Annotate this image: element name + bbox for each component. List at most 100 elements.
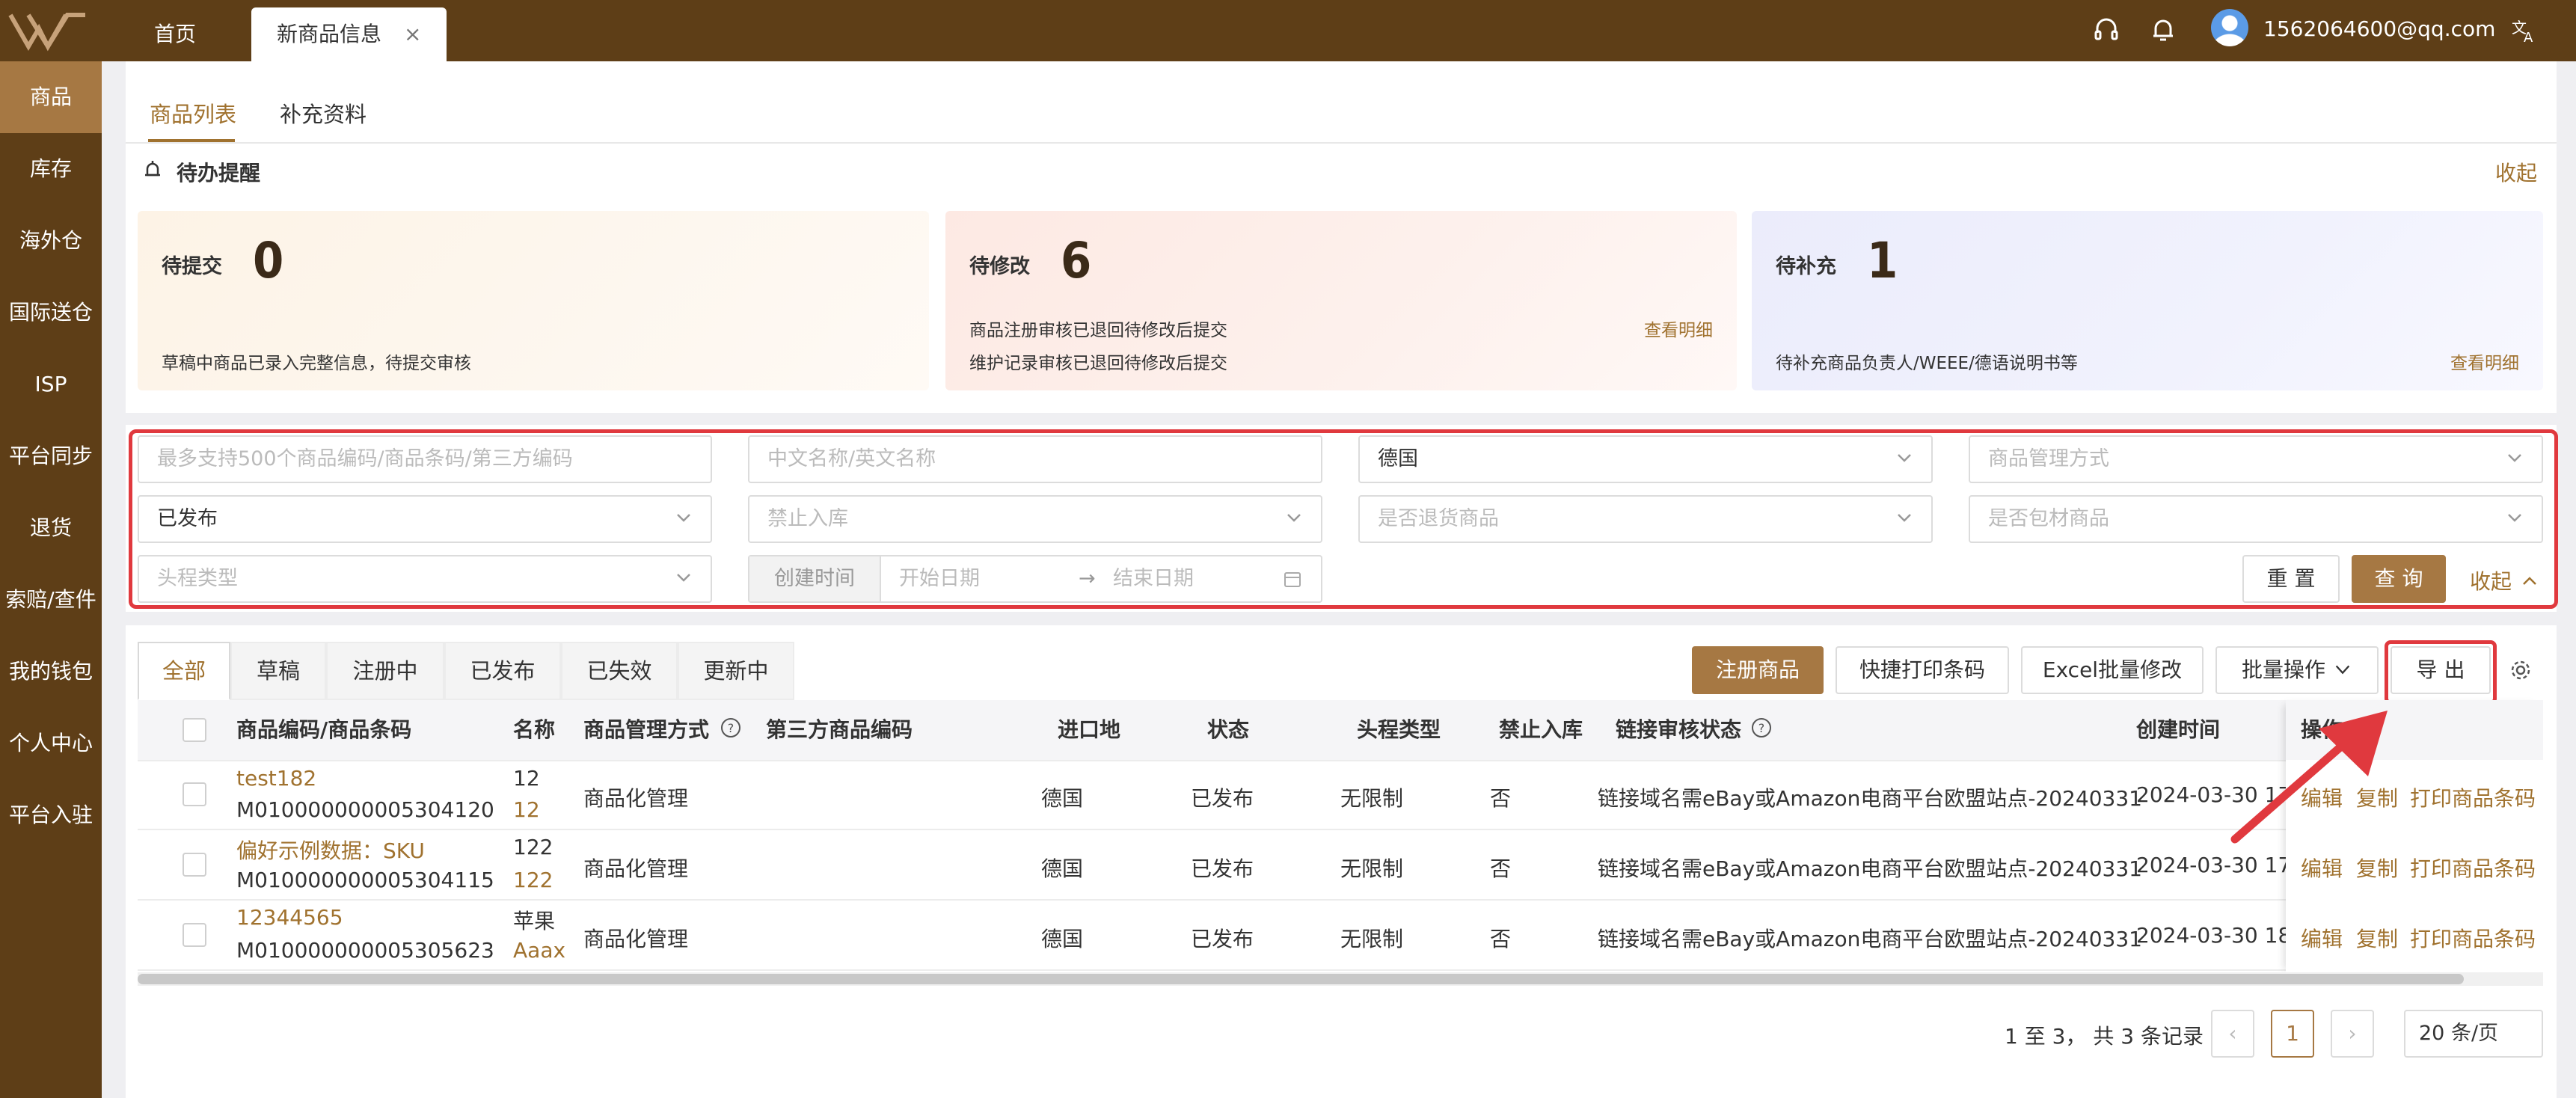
link-status-cell: 链接域名需eBay或Amazon电商平台欧盟站点-20240331 xyxy=(1598,856,2142,881)
product-code-link[interactable]: 偏好示例数据：SKU xyxy=(236,835,425,865)
batch-operations-dropdown[interactable]: 批量操作 xyxy=(2215,646,2379,694)
sidebar-item-personal-center[interactable]: 个人中心 xyxy=(0,708,102,779)
chevron-left-icon: ‹ xyxy=(2228,1021,2237,1046)
status-tab-expired[interactable]: 已失效 xyxy=(561,642,678,700)
help-icon[interactable]: ? xyxy=(720,717,742,739)
select-all-checkbox[interactable] xyxy=(183,718,206,742)
todo-card-pending-modify[interactable]: 待修改 6 商品注册审核已退回待修改后提交 维护记录审核已退回待修改后提交 查看… xyxy=(945,211,1737,390)
forbid-cell: 否 xyxy=(1490,786,1512,811)
edit-link[interactable]: 编辑 xyxy=(2301,853,2343,883)
mgmt-cell: 商品化管理 xyxy=(583,786,689,811)
view-details-link[interactable]: 查看明细 xyxy=(1644,316,1713,341)
column-header: 状态 xyxy=(1207,717,1250,742)
print-barcode-link[interactable]: 打印商品条码 xyxy=(2410,782,2536,812)
todo-card-desc: 商品注册审核已退回待修改后提交 xyxy=(969,321,1227,340)
mgmt-cell: 商品化管理 xyxy=(583,927,689,951)
sidebar-item-isp[interactable]: ISP xyxy=(0,349,102,420)
import-cell: 德国 xyxy=(1041,927,1084,951)
name-en-cell: 12 xyxy=(513,797,540,822)
status-tab-draft[interactable]: 草稿 xyxy=(230,642,326,700)
tab-new-product-info[interactable]: 新商品信息 × xyxy=(251,7,447,61)
sidebar-item-wallet[interactable]: 我的钱包 xyxy=(0,636,102,708)
dropdown-label: 批量操作 xyxy=(2241,657,2325,682)
translate-icon[interactable]: 文A xyxy=(2506,10,2545,49)
row-checkbox[interactable] xyxy=(183,923,206,947)
sidebar-item-inventory[interactable]: 库存 xyxy=(0,133,102,205)
divider xyxy=(138,899,2543,901)
close-icon[interactable]: × xyxy=(404,22,421,46)
user-avatar[interactable] xyxy=(2211,9,2248,46)
subtab-supplement[interactable]: 补充资料 xyxy=(280,97,367,129)
headset-icon[interactable] xyxy=(2087,10,2126,49)
view-details-link[interactable]: 查看明细 xyxy=(2450,349,2519,374)
name-cell: 苹果 xyxy=(513,909,556,933)
column-header: 链接审核状态 xyxy=(1616,717,1742,742)
todo-card-title: 待修改 xyxy=(969,255,1030,278)
subtab-product-list[interactable]: 商品列表 xyxy=(150,97,236,129)
column-header: 禁止入库 xyxy=(1499,717,1583,742)
svg-text:?: ? xyxy=(728,721,735,735)
page-number-button[interactable]: 1 xyxy=(2271,1010,2314,1058)
excel-batch-edit-button[interactable]: Excel批量修改 xyxy=(2021,646,2204,694)
status-tab-updating[interactable]: 更新中 xyxy=(678,642,794,700)
sidebar-item-returns[interactable]: 退货 xyxy=(0,492,102,564)
chevron-right-icon: › xyxy=(2348,1021,2357,1046)
column-header: 商品编码/商品条码 xyxy=(236,717,412,742)
sidebar-item-platform-onboarding[interactable]: 平台入驻 xyxy=(0,779,102,851)
edit-link[interactable]: 编辑 xyxy=(2301,923,2343,953)
todo-card-pending-submit[interactable]: 待提交 0 草稿中商品已录入完整信息，待提交审核 xyxy=(138,211,929,390)
gear-icon[interactable] xyxy=(2507,657,2534,684)
user-email[interactable]: 1562064600@qq.com xyxy=(2263,10,2495,48)
tab-home[interactable]: 首页 xyxy=(129,7,221,61)
todo-card-pending-supplement[interactable]: 待补充 1 待补充商品负责人/WEEE/德语说明书等 查看明细 xyxy=(1752,211,2543,390)
todo-card-title: 待提交 xyxy=(162,255,222,278)
print-barcode-link[interactable]: 打印商品条码 xyxy=(2410,923,2536,953)
status-cell: 已发布 xyxy=(1191,786,1254,811)
copy-link[interactable]: 复制 xyxy=(2356,923,2398,953)
sidebar-item-products[interactable]: 商品 xyxy=(0,61,102,133)
todo-card-count: 6 xyxy=(1061,232,1092,289)
annotation-arrow xyxy=(2230,711,2388,844)
link-status-cell: 链接域名需eBay或Amazon电商平台欧盟站点-20240331 xyxy=(1598,786,2142,811)
next-page-button[interactable]: › xyxy=(2331,1010,2374,1058)
export-highlight-box xyxy=(2385,640,2497,705)
status-tab-registering[interactable]: 注册中 xyxy=(326,642,444,700)
sidebar-item-claims[interactable]: 索赔/查件 xyxy=(0,564,102,636)
status-cell: 已发布 xyxy=(1191,927,1254,951)
bell-icon[interactable] xyxy=(2144,10,2183,49)
quick-print-barcode-button[interactable]: 快捷打印条码 xyxy=(1836,646,2009,694)
todo-card-desc: 维护记录审核已退回待修改后提交 xyxy=(969,354,1227,373)
column-header: 头程类型 xyxy=(1357,717,1441,742)
todo-collapse-link[interactable]: 收起 xyxy=(2495,157,2537,187)
barcode-cell: M010000000005305623 xyxy=(236,938,494,963)
row-checkbox[interactable] xyxy=(183,853,206,877)
sidebar-item-overseas-warehouse[interactable]: 海外仓 xyxy=(0,205,102,277)
mgmt-cell: 商品化管理 xyxy=(583,856,689,881)
sidebar-item-international-delivery[interactable]: 国际送仓 xyxy=(0,277,102,349)
sidebar-item-platform-sync[interactable]: 平台同步 xyxy=(0,420,102,492)
register-product-button[interactable]: 注册商品 xyxy=(1692,646,1824,694)
status-cell: 已发布 xyxy=(1191,856,1254,881)
todo-card-count: 1 xyxy=(1867,232,1898,289)
product-code-link[interactable]: test182 xyxy=(236,766,316,791)
page-size-select[interactable]: 20 条/页 xyxy=(2404,1010,2543,1058)
forbid-cell: 否 xyxy=(1490,927,1512,951)
status-tab-published[interactable]: 已发布 xyxy=(444,642,561,700)
todo-card-desc: 待补充商品负责人/WEEE/德语说明书等 xyxy=(1776,354,2078,373)
import-cell: 德国 xyxy=(1041,786,1084,811)
name-en-cell: Aaax xyxy=(513,938,566,963)
copy-link[interactable]: 复制 xyxy=(2356,853,2398,883)
todo-title: 待办提醒 xyxy=(177,161,261,185)
column-header: 商品管理方式 xyxy=(583,717,710,742)
column-header: 创建时间 xyxy=(2136,717,2221,742)
print-barcode-link[interactable]: 打印商品条码 xyxy=(2410,853,2536,883)
prev-page-button[interactable]: ‹ xyxy=(2211,1010,2254,1058)
alarm-icon xyxy=(145,161,160,177)
status-tab-all[interactable]: 全部 xyxy=(138,642,230,700)
scrollbar-thumb[interactable] xyxy=(138,974,2464,984)
row-checkbox[interactable] xyxy=(183,782,206,806)
product-code-link[interactable]: 12344565 xyxy=(236,905,343,930)
brand-logo[interactable] xyxy=(6,9,90,52)
help-icon[interactable]: ? xyxy=(1750,717,1773,739)
divider xyxy=(138,760,2543,761)
